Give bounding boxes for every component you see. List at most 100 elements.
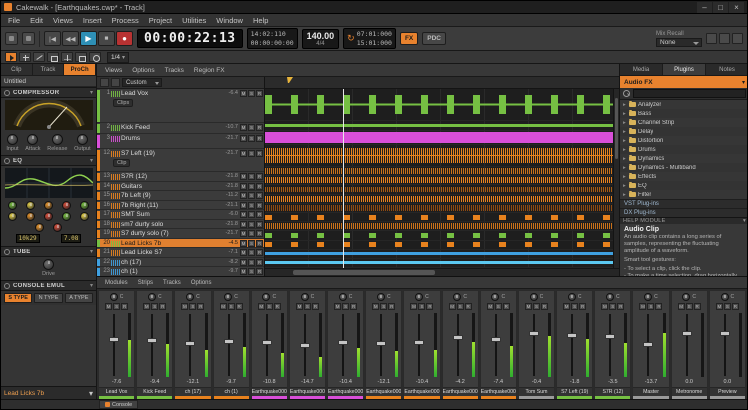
power-icon[interactable] (4, 158, 10, 164)
mix-recall-select[interactable]: None (656, 38, 702, 47)
save-icon[interactable] (5, 32, 18, 45)
rewind-button[interactable]: ◀◀ (62, 31, 79, 46)
mute-button[interactable]: M (240, 240, 247, 247)
browser-tab[interactable]: Media (620, 64, 663, 75)
track-name[interactable]: Guitars (121, 183, 223, 190)
solo-button[interactable]: S (248, 183, 255, 190)
plugin-folder-name[interactable]: Dynamics - Multiband (638, 165, 696, 171)
console-emulator-header[interactable]: CONSOLE EMUL ▾ (1, 280, 96, 291)
strip-solo-button[interactable]: S (113, 303, 120, 310)
expand-arrow-icon[interactable]: ▸ (623, 156, 627, 162)
strip-mute-button[interactable]: M (105, 303, 112, 310)
strip-mute-button[interactable]: M (716, 303, 723, 310)
menu-item[interactable]: Insert (78, 14, 107, 26)
track-name[interactable]: 7b Left (9) (121, 192, 224, 199)
strip-record-button[interactable]: R (121, 303, 128, 310)
audio-clip[interactable] (265, 95, 619, 114)
track-row[interactable]: 21 Lead Licke S7 -7.1 M S R (97, 248, 264, 258)
mute-button[interactable]: M (240, 268, 247, 275)
expand-arrow-icon[interactable]: ▸ (623, 192, 627, 198)
search-input[interactable] (633, 89, 746, 98)
console-menu[interactable]: Strips (134, 280, 157, 286)
fader-handle[interactable] (414, 340, 424, 345)
loop-module[interactable]: ↻ 07:01:000 15:01:000 (343, 28, 396, 49)
expand-arrow-icon[interactable]: ▸ (623, 138, 627, 144)
tube-module-header[interactable]: TUBE ▾ (1, 246, 96, 257)
strip-record-button[interactable]: R (503, 303, 510, 310)
strip-name[interactable]: ch (17) (175, 387, 210, 396)
strip-mute-button[interactable]: M (601, 303, 608, 310)
track-name[interactable]: S7R (12) (121, 173, 223, 180)
collapse-tracks-icon[interactable] (111, 78, 120, 87)
plugin-folder-name[interactable]: Bass (638, 111, 651, 117)
fader-handle[interactable] (109, 337, 119, 342)
fader-handle[interactable] (529, 331, 539, 336)
plugin-folder-row[interactable]: ▸ Effects (620, 172, 748, 181)
mute-button[interactable]: M (240, 183, 247, 190)
record-arm-button[interactable]: R (256, 183, 263, 190)
eq-band-knob[interactable] (35, 223, 44, 232)
plugin-folder-name[interactable]: Effects (638, 174, 656, 180)
eq-band-knob[interactable] (62, 212, 71, 221)
console-menu[interactable]: Tracks (159, 280, 185, 286)
strip-solo-button[interactable]: S (533, 303, 540, 310)
track-row[interactable]: 23 ch (1) -9.7 M S R (97, 267, 264, 276)
menu-item[interactable]: Views (48, 14, 78, 26)
fader-handle[interactable] (605, 334, 615, 339)
strip-mute-button[interactable]: M (334, 303, 341, 310)
pan-knob[interactable] (606, 293, 614, 301)
strip-name[interactable]: Kick Feed (137, 387, 172, 396)
eraser-tool-button[interactable] (47, 52, 59, 62)
fader-area[interactable] (328, 311, 363, 379)
strip-record-button[interactable]: R (579, 303, 586, 310)
mixer-strip[interactable]: C M S R -10.4 (327, 290, 364, 401)
fader-area[interactable] (443, 311, 478, 379)
pan-knob[interactable] (224, 293, 232, 301)
strip-name[interactable]: Earthquake0007Ad7 (404, 387, 439, 396)
record-button[interactable]: ● (116, 31, 133, 46)
menu-item[interactable]: File (3, 14, 25, 26)
track-lane-chip[interactable]: Clips (113, 99, 133, 107)
pan-knob[interactable] (110, 293, 118, 301)
mixer-strip[interactable]: C M S R -14.7 (289, 290, 326, 401)
inspector-tab[interactable]: Track (33, 64, 65, 75)
menu-item[interactable]: Window (211, 14, 248, 26)
fader-area[interactable] (175, 311, 210, 379)
expand-arrow-icon[interactable]: ▸ (623, 102, 627, 108)
mute-button[interactable]: M (240, 90, 247, 97)
expand-arrow-icon[interactable]: ▸ (623, 147, 627, 153)
strip-record-button[interactable]: R (732, 303, 739, 310)
record-arm-button[interactable]: R (256, 230, 263, 237)
plugin-folder-row[interactable]: ▸ Analyzer (620, 100, 748, 109)
split-tool-button[interactable] (61, 52, 73, 62)
compressor-knob[interactable] (7, 134, 18, 145)
mixer-strip[interactable]: C M S R -7.4 (480, 290, 517, 401)
prochannel-track-selector[interactable]: Lead Licks 7b ▾ (1, 386, 96, 399)
mute-button[interactable]: M (240, 202, 247, 209)
strip-solo-button[interactable]: S (151, 303, 158, 310)
mute-button[interactable]: M (240, 249, 247, 256)
eq-curve-graph[interactable] (1, 166, 96, 200)
plugin-folder-row[interactable]: ▸ Dynamics - Multiband (620, 163, 748, 172)
playhead[interactable] (343, 89, 344, 268)
inspector-track-label[interactable]: Untitled (1, 76, 96, 87)
track-name[interactable]: SMT Sum (121, 211, 227, 218)
horizontal-scrollbar[interactable] (265, 268, 619, 276)
audio-clip[interactable] (265, 261, 619, 264)
inspector-tab[interactable]: Clip (1, 64, 33, 75)
scroll-thumb[interactable] (293, 270, 435, 275)
strip-name[interactable]: Metronome (672, 387, 707, 396)
expand-arrow-icon[interactable]: ▸ (623, 183, 627, 189)
audio-clip[interactable] (265, 233, 619, 238)
edit-tool-button[interactable] (33, 52, 45, 62)
strip-solo-button[interactable]: S (304, 303, 311, 310)
strip-record-button[interactable]: R (197, 303, 204, 310)
eq-module-header[interactable]: EQ ▾ (1, 155, 96, 166)
close-button[interactable]: × (729, 2, 744, 13)
track-row[interactable]: 12 S7 Left (19) -21.7 M S R Clip (97, 149, 264, 172)
track-name[interactable]: Drums (121, 135, 223, 142)
eq-band-knob[interactable] (8, 212, 17, 221)
plugin-folder-name[interactable]: Dynamics (638, 156, 664, 162)
track-name[interactable]: Lead Vox (121, 90, 227, 97)
solo-button[interactable]: S (248, 192, 255, 199)
